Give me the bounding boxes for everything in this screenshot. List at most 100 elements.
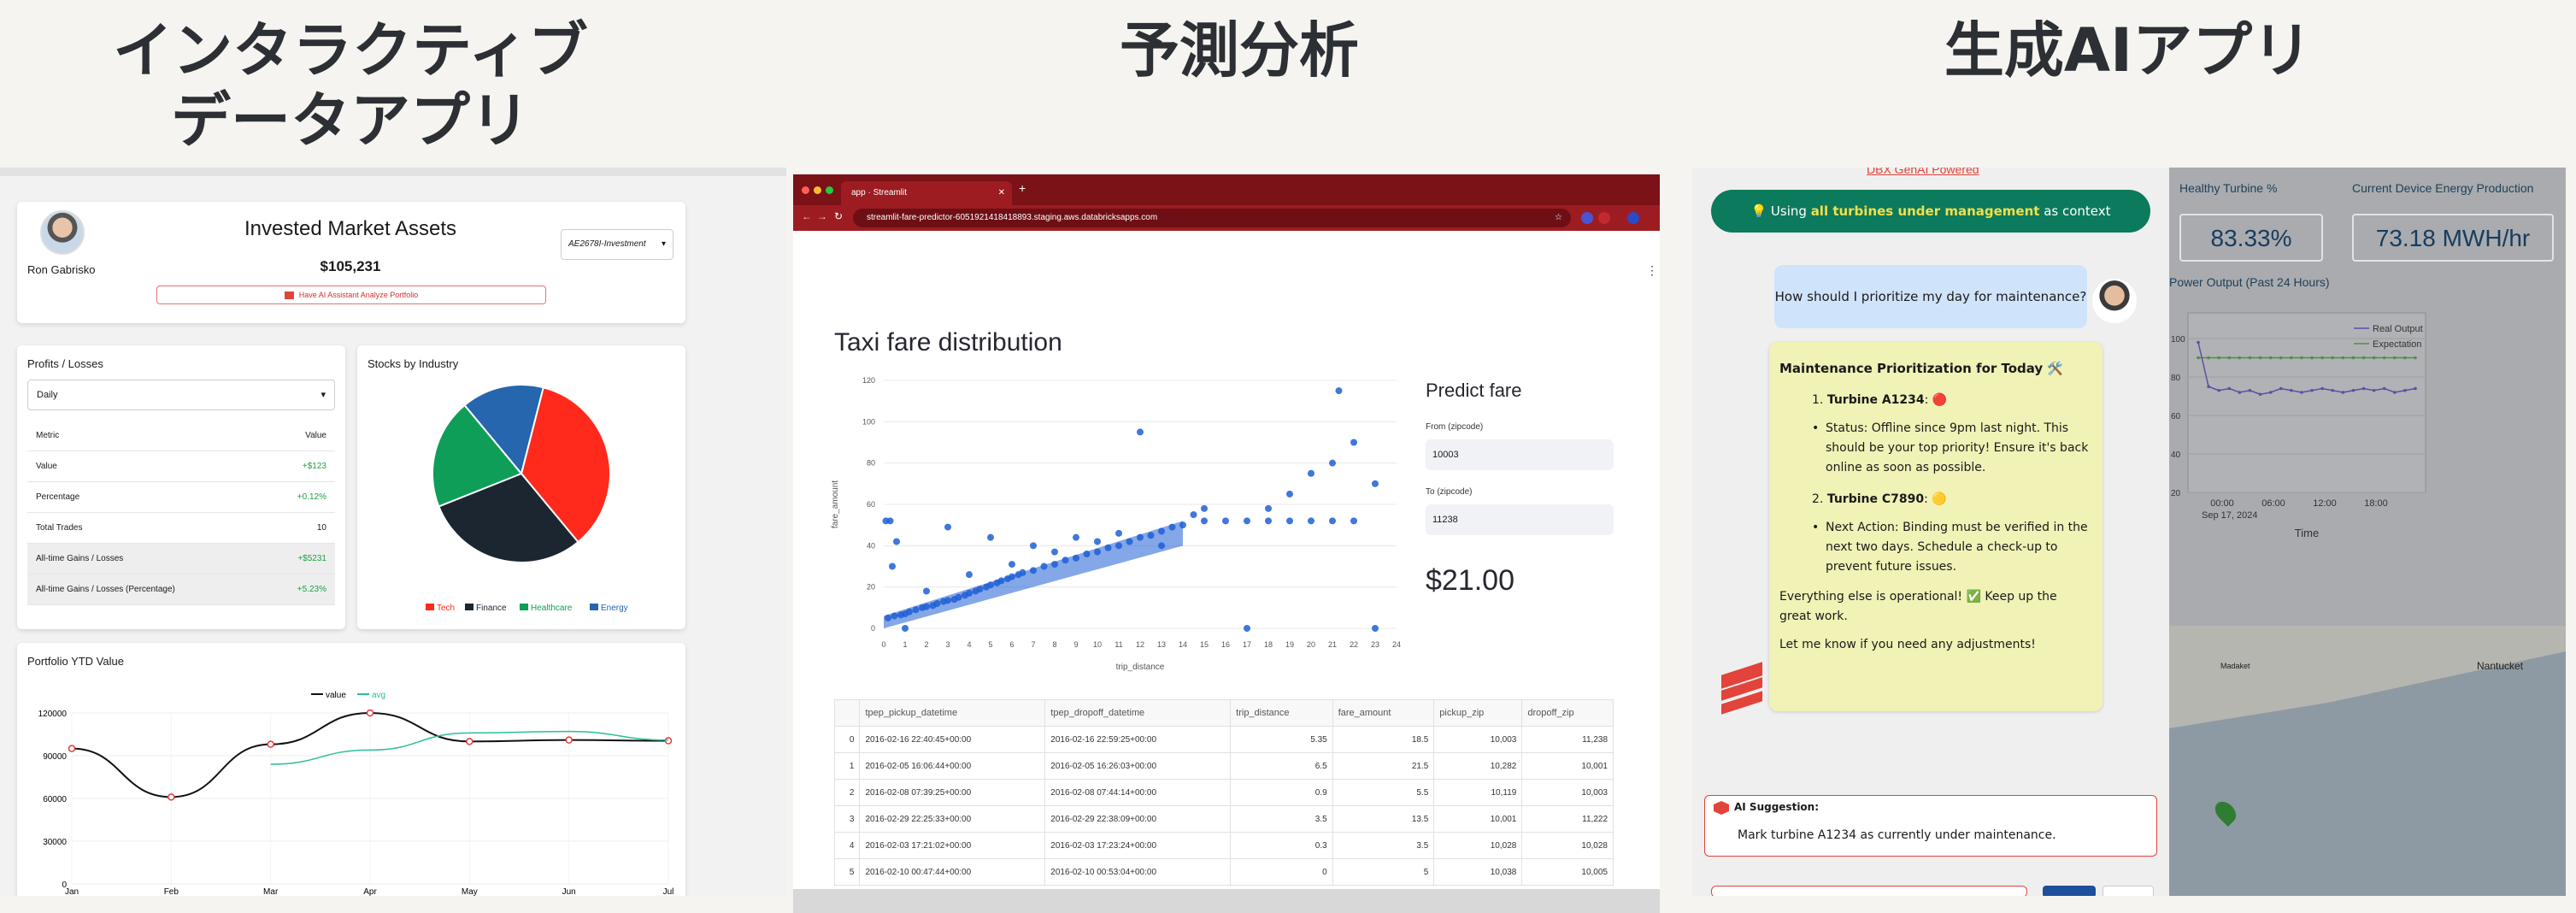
- reload-icon[interactable]: ↻: [834, 210, 843, 222]
- y-tick-label: 90000: [43, 752, 67, 762]
- power-output-chart: 100 80 60 40 20 00:00 06:00 12:00 18:00 Sep 17, 2…: [2171, 312, 2426, 539]
- period-select[interactable]: Daily ▾: [27, 380, 335, 410]
- series-line-expectation-point: [2300, 356, 2303, 360]
- user-name: Ron Gabrisko: [27, 263, 96, 276]
- column-header[interactable]: pickup_zip: [1433, 699, 1523, 727]
- series-line-expectation-point: [2341, 356, 2345, 360]
- series-line-expectation-point: [2227, 356, 2232, 360]
- series-line-real-output-point: [2351, 388, 2355, 392]
- series-line-expectation-point: [2268, 356, 2273, 360]
- ai-analyze-button[interactable]: Have AI Assistant Analyze Portfolio: [156, 286, 546, 304]
- scatter-point: [1009, 561, 1015, 568]
- scatter-point: [902, 625, 909, 632]
- scatter-point: [1265, 517, 1272, 525]
- ai-suggestion-box[interactable]: AI Suggestion: Mark turbine A1234 as cur…: [1704, 795, 2157, 857]
- app-menu-icon[interactable]: ⋮: [1646, 263, 1658, 278]
- x-tick-label: 5: [988, 640, 992, 649]
- window-maximize-dot[interactable]: [826, 186, 833, 194]
- x-tick-label: 1: [903, 640, 907, 649]
- scatter-point: [1137, 428, 1144, 436]
- land-area: [2169, 626, 2566, 728]
- back-icon[interactable]: ←: [802, 210, 812, 222]
- scatter-point: [889, 563, 896, 570]
- metric-cell: All-time Gains / Losses: [36, 554, 124, 563]
- browser-tab[interactable]: app · Streamlit ✕: [841, 181, 1012, 205]
- scatter-point: [944, 523, 951, 531]
- to-zipcode-input[interactable]: 11238: [1426, 504, 1614, 535]
- header-line-1: インタラクティブ: [113, 15, 588, 85]
- item2-detail: Next Action: Binding must be verified in…: [1826, 521, 2088, 574]
- series-line-expectation-point: [2320, 356, 2324, 360]
- metric2-label: Current Device Energy Production: [2352, 181, 2534, 195]
- profile-icon[interactable]: [1627, 212, 1639, 224]
- x-tick-label: 3: [945, 640, 950, 649]
- databricks-icon: [1714, 801, 1729, 815]
- legend-label: Real Output: [2373, 324, 2423, 334]
- column-header[interactable]: tpep_pickup_datetime: [859, 699, 1046, 727]
- column-header[interactable]: trip_distance: [1230, 699, 1333, 727]
- x-tick-label: 8: [1052, 640, 1056, 649]
- send-button[interactable]: [2043, 886, 2096, 896]
- legend-label: Finance: [476, 604, 507, 613]
- table-cell: 5.35: [1230, 726, 1333, 753]
- x-tick-label: 11: [1115, 640, 1122, 649]
- column-header[interactable]: [833, 699, 861, 727]
- window-close-dot[interactable]: [802, 186, 809, 194]
- scatter-point: [1094, 538, 1101, 545]
- table-cell: 2016-02-29 22:38:09+00:00: [1044, 805, 1232, 833]
- table-row: Value +$123: [27, 451, 335, 482]
- context-highlight: all turbines under management: [1810, 203, 2040, 219]
- extension-icon[interactable]: [1581, 212, 1593, 224]
- metric-header: Metric: [36, 431, 60, 440]
- extension-icon[interactable]: [1598, 212, 1610, 224]
- x-tick-label: 21: [1328, 640, 1337, 649]
- item1-title: Turbine A1234: [1826, 393, 1925, 407]
- account-select[interactable]: AE2678I-Investment ▾: [561, 229, 673, 260]
- metric-cell: Value: [36, 462, 57, 471]
- legend-label: Expectation: [2373, 339, 2421, 350]
- scatter-point: [1222, 517, 1229, 525]
- table-cell: 11,222: [1521, 805, 1614, 833]
- closing-text-1: Everything else is operational! ✅ Keep u…: [1779, 590, 2057, 623]
- table-cell: 3.5: [1332, 832, 1435, 859]
- x-tick-label: 2: [924, 640, 928, 649]
- chat-input-box[interactable]: [1711, 886, 2027, 896]
- to-zipcode-value: 11238: [1432, 515, 1458, 525]
- genai-powered-link[interactable]: DBX GenAI Powered: [1867, 168, 1979, 176]
- fare-scatter-plot: 0204060801001200 1 2 3 4 5 6 7 8 9 10 11 12 13 14 15 16 1…: [831, 376, 1401, 672]
- series-line-expectation-point: [2414, 356, 2417, 360]
- table-cell: 5.5: [1332, 779, 1435, 806]
- energy-production-metric: Current Device Energy Production 73.18 M…: [2352, 181, 2566, 262]
- column-header[interactable]: fare_amount: [1332, 699, 1435, 727]
- x-tick-label: 15: [1200, 640, 1209, 649]
- address-bar[interactable]: streamlit-fare-predictor-605192141841889…: [853, 209, 1571, 227]
- browser-toolbar: ← → ↻ streamlit-fare-predictor-605192141…: [793, 205, 1660, 231]
- scatter-point: [1286, 490, 1293, 498]
- column-header[interactable]: dropoff_zip: [1521, 699, 1614, 727]
- forward-icon[interactable]: →: [817, 210, 827, 222]
- from-zipcode-input[interactable]: 10003: [1426, 439, 1614, 470]
- map-pin-icon[interactable]: [2211, 798, 2240, 827]
- scatter-point: [886, 517, 894, 525]
- suggestion-text: Mark turbine A1234 as currently under ma…: [1738, 828, 2056, 842]
- y-tick-label: 100: [2171, 335, 2185, 345]
- turbine-dashboard-panel: Healthy Turbine % 83.33% Current Device …: [2169, 168, 2566, 896]
- series-line-expectation-point: [2361, 356, 2366, 360]
- series-line-real-output-point: [2268, 391, 2273, 394]
- series-line-real-output-point: [2207, 385, 2210, 389]
- y-tick-label: 60000: [43, 795, 67, 804]
- secondary-button[interactable]: [2103, 886, 2154, 896]
- star-icon[interactable]: ☆: [1555, 209, 1562, 227]
- column-header[interactable]: tpep_dropoff_datetime: [1044, 699, 1232, 727]
- window-minimize-dot[interactable]: [814, 186, 821, 194]
- x-tick-label: 0: [881, 640, 885, 649]
- turbine-map[interactable]: Nantucket Madaket: [2169, 626, 2566, 896]
- x-tick-label: 19: [1285, 640, 1294, 649]
- series-line-expectation-point: [2403, 356, 2407, 360]
- legend-label: value: [326, 691, 346, 700]
- scatter-point: [893, 538, 900, 545]
- data-point: [267, 740, 274, 748]
- new-tab-icon[interactable]: +: [1019, 181, 1026, 195]
- scatter-point: [1244, 517, 1250, 525]
- close-icon[interactable]: ✕: [998, 181, 1005, 205]
